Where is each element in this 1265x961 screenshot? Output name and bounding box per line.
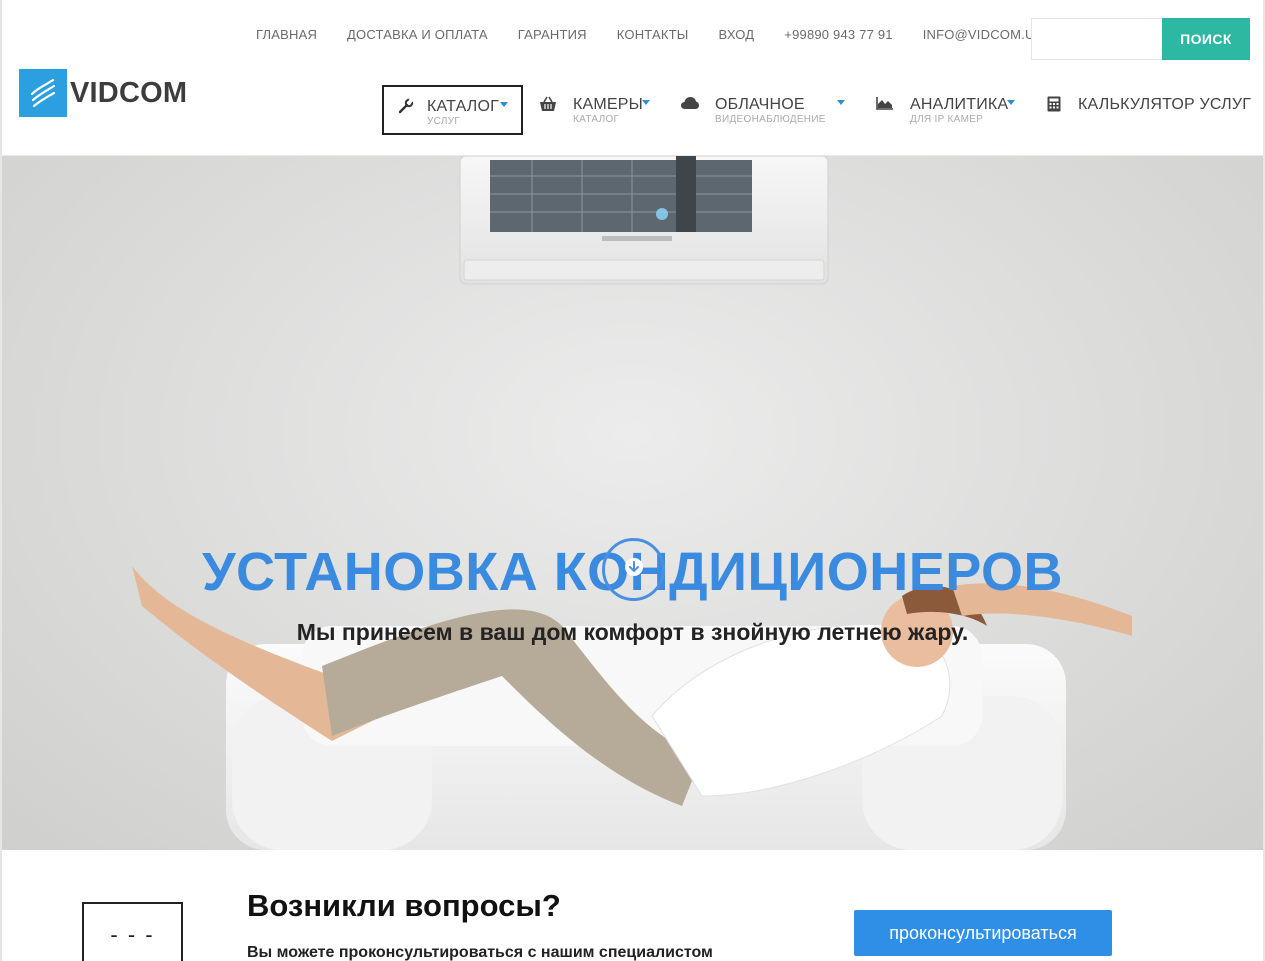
wrench-icon: [398, 98, 416, 114]
nav-item-calculator[interactable]: КАЛЬКУЛЯТОР УСЛУГ: [1047, 85, 1251, 135]
phone-link[interactable]: +99890 943 77 91: [784, 27, 892, 42]
cta-icon-box: - - -: [82, 902, 183, 961]
nav-label-cloud: ОБЛАЧНОЕ: [715, 96, 805, 113]
nav-label-catalog: КАТАЛОГ: [427, 98, 500, 115]
nav-link-delivery[interactable]: ДОСТАВКА И ОПЛАТА: [347, 27, 488, 42]
logo-text: VIDCOM: [70, 76, 188, 109]
nav-label-cameras: КАМЕРЫ: [573, 96, 644, 113]
chevron-down-icon: [642, 100, 650, 105]
hero-subtitle: Мы принесем в ваш дом комфорт в знойную …: [296, 619, 969, 645]
consult-button[interactable]: проконсультироваться: [854, 910, 1112, 956]
logo-mark-icon: [19, 69, 67, 117]
chevron-down-icon: [837, 100, 845, 105]
top-links: ГЛАВНАЯ ДОСТАВКА И ОПЛАТА ГАРАНТИЯ КОНТА…: [256, 27, 1043, 42]
calculator-icon: [1047, 96, 1065, 112]
nav-label-calculator: КАЛЬКУЛЯТОР УСЛУГ: [1078, 96, 1252, 113]
nav-link-home[interactable]: ГЛАВНАЯ: [256, 27, 317, 42]
nav-sub-cloud: ВИДЕОНАБЛЮДЕНИЕ: [715, 114, 826, 125]
nav-item-cloud[interactable]: ОБЛАЧНОЕ ВИДЕОНАБЛЮДЕНИЕ: [681, 85, 851, 135]
nav-label-analytics: АНАЛИТИКА: [910, 96, 1009, 113]
top-navigation: ГЛАВНАЯ ДОСТАВКА И ОПЛАТА ГАРАНТИЯ КОНТА…: [2, 0, 1263, 68]
area-chart-icon: [876, 96, 894, 112]
nav-sub-analytics: ДЛЯ IP КАМЕР: [910, 114, 984, 125]
nav-sub-catalog: УСЛУГ: [427, 116, 461, 127]
nav-item-cameras[interactable]: КАМЕРЫ КАТАЛОГ: [539, 85, 659, 135]
cta-text: Вы можете проконсультироваться с нашим с…: [247, 944, 713, 961]
arrow-down-icon: [624, 557, 644, 582]
cloud-icon: [681, 96, 699, 112]
scroll-down-button[interactable]: [602, 538, 665, 601]
basket-icon: [539, 96, 557, 112]
main-navigation: КАТАЛОГ УСЛУГ КАМЕРЫ КАТАЛОГ ОБЛАЧНОЕ ВИ…: [382, 85, 1263, 135]
nav-link-warranty[interactable]: ГАРАНТИЯ: [518, 27, 587, 42]
logo[interactable]: VIDCOM: [19, 69, 187, 117]
chevron-down-icon: [500, 102, 508, 107]
page: ГЛАВНАЯ ДОСТАВКА И ОПЛАТА ГАРАНТИЯ КОНТА…: [0, 0, 1265, 961]
search-input[interactable]: [1031, 18, 1163, 60]
nav-item-catalog[interactable]: КАТАЛОГ УСЛУГ: [382, 85, 523, 135]
email-link[interactable]: INFO@VIDCOM.UZ: [923, 27, 1043, 42]
chevron-down-icon: [1007, 100, 1015, 105]
nav-item-analytics[interactable]: АНАЛИТИКА ДЛЯ IP КАМЕР: [876, 85, 1021, 135]
nav-sub-cameras: КАТАЛОГ: [573, 114, 620, 125]
search-button[interactable]: ПОИСК: [1162, 18, 1250, 60]
hero-illustration: [132, 156, 1132, 850]
nav-link-login[interactable]: ВХОД: [719, 27, 755, 42]
nav-link-contacts[interactable]: КОНТАКТЫ: [617, 27, 689, 42]
hero-banner: УСТАНОВКА КОНДИЦИОНЕРОВ Мы принесем в ва…: [2, 156, 1263, 850]
cta-title: Возникли вопросы?: [247, 888, 561, 923]
